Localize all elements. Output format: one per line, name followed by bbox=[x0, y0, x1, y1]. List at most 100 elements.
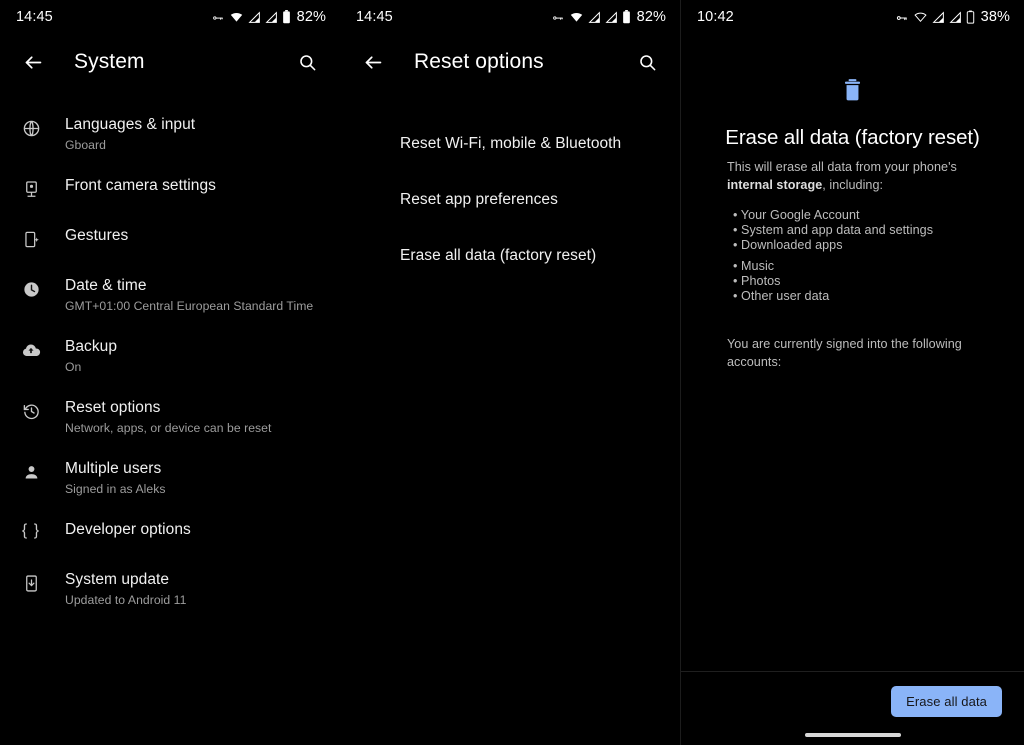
status-icon-group: x x 82% bbox=[210, 9, 326, 25]
erase-description-bold: internal storage bbox=[727, 178, 822, 192]
sidebar-item-languages-input[interactable]: Languages & input Gboard bbox=[0, 104, 340, 165]
status-time: 10:42 bbox=[697, 9, 734, 25]
erase-all-data-button[interactable]: Erase all data bbox=[891, 686, 1002, 717]
sidebar-item-reset-options[interactable]: Reset options Network, apps, or device c… bbox=[0, 387, 340, 448]
erase-description: This will erase all data from your phone… bbox=[727, 159, 985, 194]
signed-in-accounts-note: You are currently signed into the follow… bbox=[727, 336, 971, 371]
sidebar-item-multiple-users[interactable]: Multiple users Signed in as Aleks bbox=[0, 448, 340, 509]
back-arrow-icon[interactable] bbox=[356, 45, 390, 79]
cloud-upload-icon bbox=[18, 337, 44, 361]
sidebar-item-subtitle: On bbox=[65, 359, 117, 376]
sidebar-item-subtitle: Network, apps, or device can be reset bbox=[65, 420, 271, 437]
screenshot-root: 14:45 x x 82% bbox=[0, 0, 1024, 745]
status-time: 14:45 bbox=[356, 9, 393, 25]
erase-description-pre: This will erase all data from your phone… bbox=[727, 160, 957, 174]
sidebar-item-front-camera-settings[interactable]: Front camera settings bbox=[0, 165, 340, 215]
list-item-reset-wifi-mobile-bluetooth[interactable]: Reset Wi-Fi, mobile & Bluetooth bbox=[340, 116, 680, 172]
battery-icon bbox=[966, 10, 975, 24]
braces-icon: { } bbox=[18, 520, 44, 540]
sidebar-item-text: System update Updated to Android 11 bbox=[65, 570, 186, 609]
sidebar-item-subtitle: Signed in as Aleks bbox=[65, 481, 166, 498]
back-arrow-icon[interactable] bbox=[16, 45, 50, 79]
battery-percent: 38% bbox=[981, 9, 1010, 25]
sidebar-item-label: Multiple users bbox=[65, 460, 161, 477]
erase-description-post: , including: bbox=[822, 178, 883, 192]
person-icon bbox=[18, 459, 44, 482]
list-item: • Music bbox=[733, 259, 1024, 274]
sidebar-item-date-time[interactable]: Date & time GMT+01:00 Central European S… bbox=[0, 265, 340, 326]
signal-no-service-icon: x bbox=[265, 11, 278, 24]
sidebar-item-text: Date & time GMT+01:00 Central European S… bbox=[65, 276, 313, 315]
list-item-erase-all-data[interactable]: Erase all data (factory reset) bbox=[340, 228, 680, 284]
page-title: Reset options bbox=[414, 50, 630, 74]
sidebar-item-subtitle: Updated to Android 11 bbox=[65, 592, 186, 609]
search-icon[interactable] bbox=[290, 45, 324, 79]
sidebar-item-text: Reset options Network, apps, or device c… bbox=[65, 398, 271, 437]
list-item-label: Reset Wi-Fi, mobile & Bluetooth bbox=[400, 135, 621, 152]
status-bar-right: 10:42 x x 38% bbox=[681, 0, 1024, 34]
list-item: • Photos bbox=[733, 274, 1024, 289]
clock-icon bbox=[18, 276, 44, 299]
reset-options-list: Reset Wi-Fi, mobile & Bluetooth Reset ap… bbox=[340, 90, 680, 284]
signal-no-service-icon: x bbox=[932, 11, 945, 24]
erase-data-content: Erase all data (factory reset) This will… bbox=[681, 78, 1024, 715]
list-item-reset-app-preferences[interactable]: Reset app preferences bbox=[340, 172, 680, 228]
vpn-key-icon bbox=[550, 11, 565, 24]
status-time: 14:45 bbox=[16, 9, 53, 25]
vpn-key-icon bbox=[210, 11, 225, 24]
status-icon-group: x x 82% bbox=[550, 9, 666, 25]
signal-no-service-icon: x bbox=[588, 11, 601, 24]
history-restore-icon bbox=[18, 398, 44, 421]
sidebar-item-label: Developer options bbox=[65, 521, 191, 538]
page-title: Erase all data (factory reset) bbox=[681, 126, 1024, 150]
gestures-icon bbox=[18, 226, 44, 249]
sidebar-item-text: Backup On bbox=[65, 337, 117, 376]
battery-icon bbox=[622, 10, 631, 24]
sidebar-item-label: Date & time bbox=[65, 277, 147, 294]
screen-reset-options: 14:45 x x 82% bbox=[340, 0, 680, 745]
sidebar-item-label: Front camera settings bbox=[65, 177, 216, 194]
list-item: • System and app data and settings bbox=[733, 223, 1024, 238]
delete-trash-icon bbox=[842, 78, 863, 107]
sidebar-item-label: Reset options bbox=[65, 399, 160, 416]
app-bar-system: System bbox=[0, 34, 340, 90]
battery-percent: 82% bbox=[637, 9, 666, 25]
signal-no-service-icon: x bbox=[248, 11, 261, 24]
sidebar-item-gestures[interactable]: Gestures bbox=[0, 215, 340, 265]
wifi-icon bbox=[229, 11, 244, 24]
sidebar-item-backup[interactable]: Backup On bbox=[0, 326, 340, 387]
signal-no-service-icon: x bbox=[949, 11, 962, 24]
vpn-key-icon bbox=[894, 11, 909, 24]
page-title: System bbox=[74, 50, 290, 74]
signal-no-service-icon: x bbox=[605, 11, 618, 24]
sidebar-item-text: Front camera settings bbox=[65, 176, 216, 196]
sidebar-item-subtitle: GMT+01:00 Central European Standard Time bbox=[65, 298, 313, 315]
list-item: • Downloaded apps bbox=[733, 238, 1024, 253]
front-camera-icon bbox=[18, 176, 44, 199]
trash-icon-wrapper bbox=[681, 78, 1024, 107]
gesture-nav-pill[interactable] bbox=[805, 733, 901, 737]
sidebar-item-label: Gestures bbox=[65, 227, 128, 244]
status-bar-left: 14:45 x x 82% bbox=[0, 0, 340, 34]
list-item-label: Reset app preferences bbox=[400, 191, 558, 208]
search-icon[interactable] bbox=[630, 45, 664, 79]
sidebar-item-text: Developer options bbox=[65, 520, 191, 540]
battery-icon bbox=[282, 10, 291, 24]
battery-percent: 82% bbox=[297, 9, 326, 25]
sidebar-item-system-update[interactable]: System update Updated to Android 11 bbox=[0, 559, 340, 620]
screen-erase-all-data: 10:42 x x 38% bbox=[680, 0, 1024, 745]
sidebar-item-developer-options[interactable]: { } Developer options bbox=[0, 509, 340, 559]
sidebar-item-label: Backup bbox=[65, 338, 117, 355]
sidebar-item-text: Languages & input Gboard bbox=[65, 115, 195, 154]
system-settings-list: Languages & input Gboard Front camera se… bbox=[0, 90, 340, 620]
wifi-icon bbox=[569, 11, 584, 24]
sidebar-item-text: Multiple users Signed in as Aleks bbox=[65, 459, 166, 498]
app-bar-reset-options: Reset options bbox=[340, 34, 680, 90]
language-globe-icon bbox=[18, 115, 44, 138]
sidebar-item-label: System update bbox=[65, 571, 169, 588]
list-item: • Other user data bbox=[733, 289, 1024, 304]
wifi-icon bbox=[913, 11, 928, 24]
sidebar-item-subtitle: Gboard bbox=[65, 137, 195, 154]
erase-items-list: • Your Google Account • System and app d… bbox=[733, 208, 1024, 304]
screen-system: 14:45 x x 82% bbox=[0, 0, 340, 745]
